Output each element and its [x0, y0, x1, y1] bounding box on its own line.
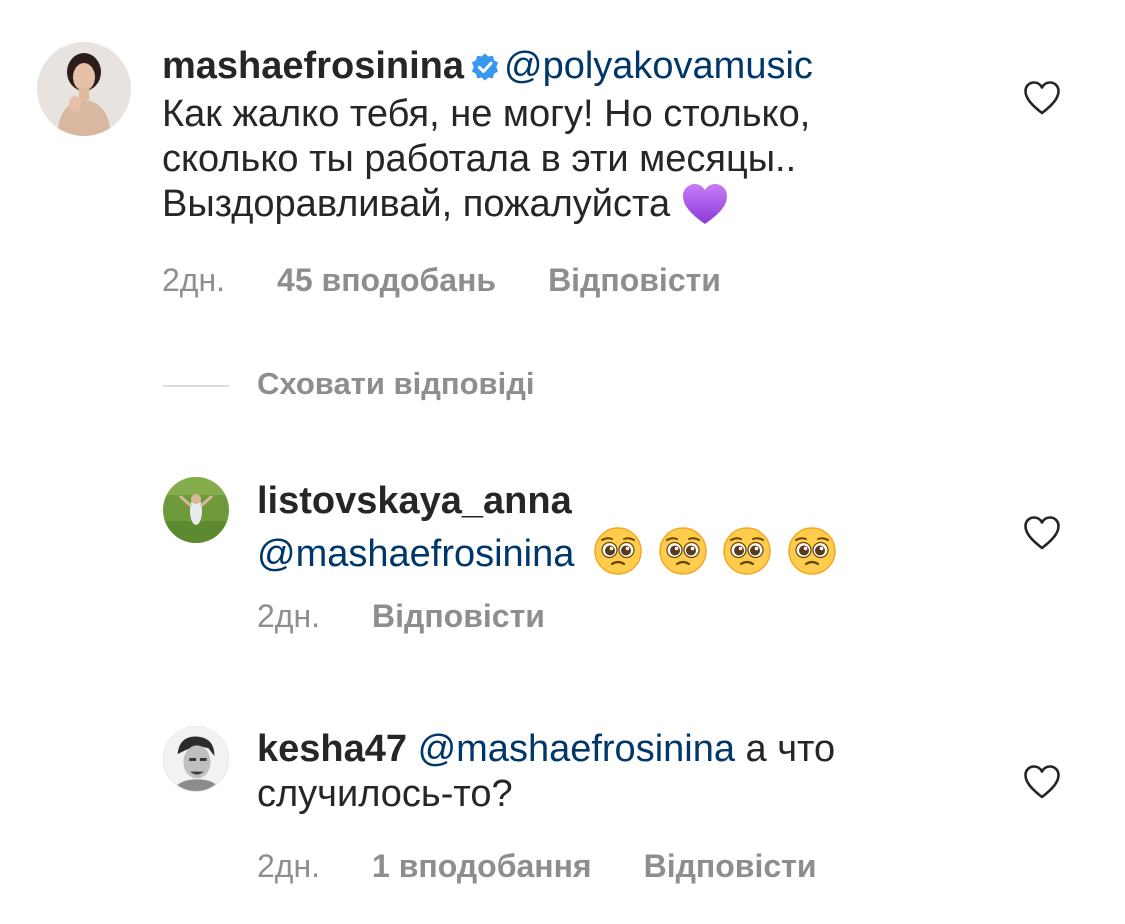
comment-text: Как жалко тебя, не могу! Но столько, ско… [162, 92, 810, 237]
reply-meta: 2дн. 1 вподобання Відповісти [257, 848, 868, 885]
pleading-face-icon [593, 526, 643, 587]
avatar-kesha47[interactable] [163, 726, 229, 792]
reply-username[interactable]: listovskaya_anna [257, 480, 572, 522]
reply-button[interactable]: Відповісти [372, 598, 545, 634]
pleading-face-icon [722, 526, 772, 587]
comment-mention[interactable]: @polyakovamusic [504, 45, 813, 87]
reply-username[interactable]: kesha47 [257, 728, 407, 770]
reply-mention[interactable]: @mashaefrosinina [257, 533, 574, 575]
avatar-mashaefrosinina[interactable] [37, 42, 131, 136]
reply-text-line: случилось-то? [257, 773, 513, 815]
reply-body: listovskaya_anna [257, 479, 572, 524]
comment-meta: 2дн. 45 вподобань Відповісти [162, 262, 773, 299]
pleading-face-icon [787, 526, 837, 587]
purple-heart-icon [681, 182, 729, 237]
reply-time: 2дн. [257, 598, 321, 634]
like-heart-icon[interactable] [1023, 515, 1061, 551]
reply-text: @mashaefrosinina [257, 526, 837, 587]
comment-text-line: сколько ты работала в эти месяцы.. [162, 138, 797, 180]
pleading-face-icon [658, 526, 708, 587]
reply-line-1: kesha47 @mashaefrosinina а что [257, 727, 835, 772]
comment-text-line-with-emoji: Выздоравливай, пожалуйста [162, 182, 810, 237]
reply-button[interactable]: Відповісти [644, 848, 817, 884]
like-heart-icon[interactable] [1023, 764, 1061, 800]
replies-divider-line [163, 385, 229, 387]
comment-body: mashaefrosinina @polyakovamusic [162, 44, 813, 93]
comment-text-line: Выздоравливай, пожалуйста [162, 183, 671, 225]
reply-text: а что [745, 728, 836, 770]
comment-likes-count[interactable]: 45 вподобань [277, 262, 496, 298]
reply-time: 2дн. [257, 848, 321, 884]
reply-meta: 2дн. Відповісти [257, 598, 597, 635]
verified-badge-icon [470, 48, 500, 93]
comment-text-line: Как жалко тебя, не могу! Но столько, [162, 93, 811, 135]
hide-replies-button[interactable]: Сховати відповіді [257, 366, 535, 402]
avatar-listovskaya-anna[interactable] [163, 477, 229, 543]
reply-likes-count[interactable]: 1 вподобання [372, 848, 592, 884]
reply-mention[interactable]: @mashaefrosinina [418, 728, 735, 770]
like-heart-icon[interactable] [1023, 80, 1061, 116]
reply-body: kesha47 @mashaefrosinina а что случилось… [257, 727, 835, 817]
comment-username[interactable]: mashaefrosinina [162, 45, 464, 87]
reply-button[interactable]: Відповісти [548, 262, 721, 298]
comment-time: 2дн. [162, 262, 226, 298]
